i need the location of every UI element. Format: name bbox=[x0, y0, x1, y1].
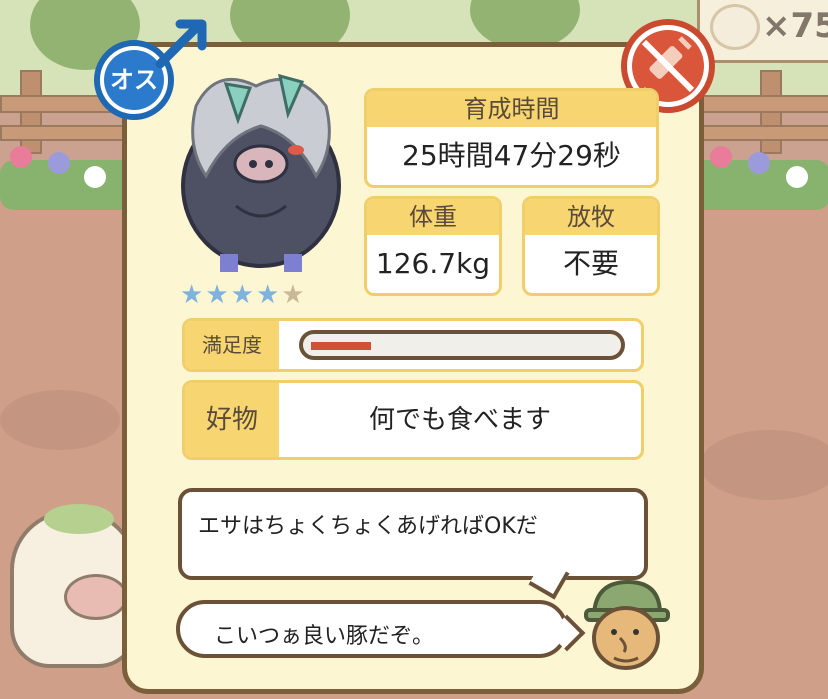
favorite-food-value: 何でも食べます bbox=[368, 405, 551, 435]
star-filled-icon: ★ bbox=[255, 280, 282, 310]
star-filled-icon: ★ bbox=[205, 280, 231, 310]
satisfaction-row: 満足度 bbox=[182, 318, 644, 372]
favorite-food-row: 好物 何でも食べます bbox=[182, 380, 644, 460]
star-empty-icon: ★ bbox=[281, 280, 307, 310]
gray-unicorn-pig-icon[interactable] bbox=[176, 66, 346, 276]
weight-label: 体重 bbox=[367, 199, 499, 235]
satisfaction-meter-fill bbox=[311, 342, 371, 350]
favorite-food-label: 好物 bbox=[185, 383, 279, 457]
grazing-box: 放牧 不要 bbox=[522, 196, 660, 296]
farmer-speech-text: エサはちょくちょくあげればOKだ bbox=[198, 514, 538, 539]
grazing-label: 放牧 bbox=[525, 199, 657, 235]
male-symbol-icon bbox=[155, 19, 207, 69]
weight-value: 126.7kg bbox=[375, 247, 491, 280]
weight-box: 体重 126.7kg bbox=[364, 196, 502, 296]
star-filled-icon: ★ bbox=[230, 280, 256, 310]
comment-speech-bubble: こいつぁ良い豚だぞ。 bbox=[176, 600, 586, 658]
breeding-time-box: 育成時間 25時間47分29秒 bbox=[364, 88, 659, 188]
rating-stars: ★★★★★ bbox=[180, 280, 307, 310]
farmer-speech-bubble: エサはちょくちょくあげればOKだ bbox=[178, 488, 648, 600]
farmer-face-icon bbox=[584, 579, 670, 670]
breeding-time-value: 25時間47分29秒 bbox=[402, 139, 621, 172]
comment-speech-text: こいつぁ良い豚だぞ。 bbox=[214, 624, 435, 649]
satisfaction-meter bbox=[299, 330, 625, 360]
star-filled-icon: ★ bbox=[180, 280, 206, 310]
breeding-time-label: 育成時間 bbox=[367, 91, 656, 127]
grazing-value: 不要 bbox=[562, 247, 619, 280]
satisfaction-label: 満足度 bbox=[185, 321, 279, 369]
